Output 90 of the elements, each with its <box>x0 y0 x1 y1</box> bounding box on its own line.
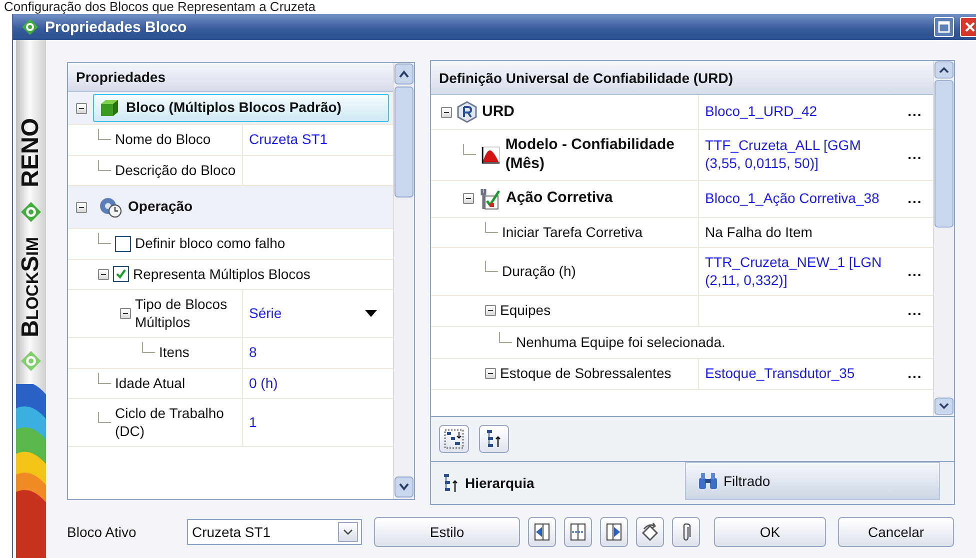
property-value[interactable]: Série <box>249 304 359 322</box>
tree-toggle[interactable] <box>441 106 452 118</box>
product-name: BlockSim <box>17 237 45 338</box>
property-label: Ação Corretiva <box>506 189 613 208</box>
block-select[interactable]: Cruzeta ST1 <box>187 518 362 544</box>
checkbox[interactable] <box>113 266 129 282</box>
maximize-button[interactable] <box>934 17 954 37</box>
close-icon <box>964 21 976 33</box>
property-value: 0 (h) <box>249 374 279 392</box>
logo-icon <box>20 201 42 224</box>
property-value: Bloco_1_URD_42 <box>705 103 818 121</box>
ok-button[interactable]: OK <box>714 516 826 546</box>
more-button[interactable]: ... <box>903 262 927 280</box>
gear-clock-icon <box>98 196 122 218</box>
property-label: Nome do Bloco <box>115 131 211 148</box>
wrench-check-icon <box>478 186 502 210</box>
property-value: Bloco_1_Ação Corretiva_38 <box>705 190 880 208</box>
checkbox-label: Representa Múltiplos Blocos <box>133 266 310 283</box>
property-value: 8 <box>249 344 258 362</box>
chart-icon <box>480 144 502 166</box>
expand-all-button[interactable] <box>439 425 469 453</box>
property-label: URD <box>482 102 514 122</box>
tree-expand-icon <box>444 429 464 449</box>
tree-toggle[interactable] <box>485 368 496 380</box>
app-logo-icon <box>21 18 39 36</box>
dropdown-arrow-icon[interactable] <box>365 310 377 317</box>
checkbox[interactable] <box>115 236 131 252</box>
cancel-button[interactable]: Cancelar <box>838 516 954 546</box>
style-button[interactable]: Estilo <box>374 516 520 546</box>
distribute-button[interactable] <box>564 516 592 546</box>
property-label: Descrição do Bloco <box>115 162 236 179</box>
property-label: Ciclo de Trabalho (DC) <box>115 405 225 440</box>
maximize-icon <box>938 21 950 33</box>
align-left-icon <box>533 522 551 542</box>
property-label: Estoque de Sobressalentes <box>500 365 672 382</box>
group-label: Operação <box>128 198 194 216</box>
company-name: RENO <box>17 118 45 188</box>
more-button[interactable]: ... <box>903 365 927 382</box>
binoculars-icon <box>698 472 718 490</box>
panel-header: Definição Universal de Confiabilidade (URD) <box>431 61 933 95</box>
property-label: Modelo - Confiabilidade (Mês) <box>505 136 676 174</box>
scrollbar[interactable] <box>393 63 414 499</box>
window-title: Propriedades Bloco <box>45 18 188 36</box>
field-label: Bloco Ativo <box>67 524 138 540</box>
tree-toggle[interactable] <box>463 193 474 204</box>
more-button[interactable]: ... <box>903 190 927 208</box>
property-value: TTR_Cruzeta_NEW_1 [LGN (2,11, 0,332)] <box>705 254 883 289</box>
align-right-button[interactable] <box>600 516 628 546</box>
more-button[interactable]: ... <box>903 103 927 121</box>
tab[interactable]: Filtrado <box>684 462 940 500</box>
rotate-icon <box>640 522 660 542</box>
property-label: Iniciar Tarefa Corretiva <box>502 224 643 241</box>
empty-message: Nenhuma Equipe foi selecionada. <box>516 332 726 352</box>
selected-row[interactable]: Bloco (Múltiplos Blocos Padrão) <box>93 94 389 122</box>
tree-toggle[interactable] <box>120 308 131 319</box>
tree-toggle[interactable] <box>98 268 109 280</box>
hierarchy-icon <box>443 473 459 493</box>
panel-header: Propriedades <box>68 63 393 92</box>
property-value: TTF_Cruzeta_ALL [GGM (3,55, 0,0115, 50)] <box>705 137 862 172</box>
tree-toggle[interactable] <box>76 202 87 212</box>
property-label: Equipes <box>500 302 551 320</box>
align-left-button[interactable] <box>528 516 556 546</box>
property-value: Na Falha do Item <box>705 224 814 241</box>
r-badge-icon <box>456 101 478 123</box>
property-label: Itens <box>159 344 190 362</box>
tree-toggle[interactable] <box>485 305 496 316</box>
collapse-all-button[interactable] <box>479 425 509 453</box>
close-button[interactable] <box>960 17 976 37</box>
logo-icon <box>20 350 42 372</box>
property-label: Duração (h) <box>502 262 576 280</box>
tree-toggle[interactable] <box>76 102 87 114</box>
property-value: Cruzeta ST1 <box>249 131 329 148</box>
attach-button[interactable] <box>672 516 700 546</box>
group-label: Bloco (Múltiplos Blocos Padrão) <box>126 99 342 117</box>
hierarchy-icon <box>485 429 503 449</box>
align-right-icon <box>605 522 623 542</box>
dropdown-button[interactable] <box>338 522 358 542</box>
cube-icon <box>98 97 120 119</box>
page-caption: Configuração dos Blocos que Representam a Cruzeta <box>3 0 316 14</box>
scrollbar[interactable] <box>933 61 954 416</box>
more-button[interactable]: ... <box>903 302 927 320</box>
rotate-button[interactable] <box>636 516 664 546</box>
distribute-icon <box>569 522 587 542</box>
more-button[interactable]: ... <box>903 146 927 164</box>
property-label: Idade Atual <box>115 374 186 392</box>
property-value: Estoque_Transdutor_35 <box>705 365 856 382</box>
property-label: Tipo de Blocos Múltiplos <box>135 296 228 331</box>
chevron-down-icon <box>343 528 353 534</box>
property-value: 1 <box>249 414 258 432</box>
checkbox-label: Definir bloco como falho <box>135 235 286 252</box>
